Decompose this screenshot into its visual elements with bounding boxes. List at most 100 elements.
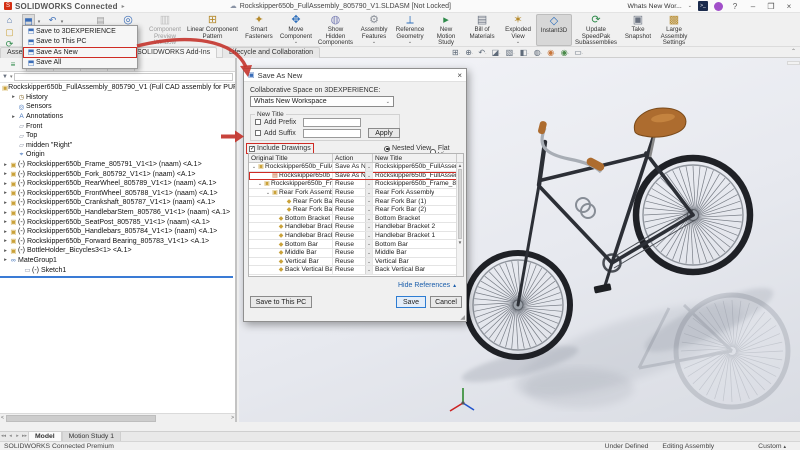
dialog-save-button[interactable]: Save xyxy=(396,296,426,308)
action-dropdown-caret[interactable]: ⌄ xyxy=(365,266,372,274)
menu-item[interactable]: ⬒ Save to This PC xyxy=(23,37,137,48)
table-scrollbar[interactable]: ▲▼ xyxy=(456,163,463,276)
rollback-bar[interactable] xyxy=(0,276,233,278)
tree-item[interactable]: ▸ ▣ (-) Rockskipper650b_Crankshaft_80578… xyxy=(0,198,235,208)
action-dropdown-caret[interactable]: ⌄ xyxy=(365,215,372,223)
tree-item[interactable]: ▸ ▱ Front xyxy=(0,121,235,131)
nested-view-option[interactable]: Nested View xyxy=(384,145,431,152)
filter-caret[interactable]: ▾ xyxy=(10,74,13,80)
tree-item[interactable]: ▸ ▣ (-) Rockskipper650b_Forward Bearing_… xyxy=(0,237,235,247)
action-cell[interactable]: Reuse ⌄ xyxy=(333,197,373,205)
dialog-cancel-button[interactable]: Cancel xyxy=(430,296,462,308)
close-button[interactable]: × xyxy=(783,2,795,11)
ribbon-button[interactable]: ✥ Move Component ⌄ xyxy=(277,14,315,46)
action-dropdown-caret[interactable]: ⌄ xyxy=(365,189,372,197)
action-dropdown-caret[interactable]: ⌄ xyxy=(365,232,372,240)
action-dropdown-caret[interactable]: ⌄ xyxy=(365,249,372,257)
tree-item[interactable]: ▸ ▣ (-) Rockskipper650b_Frame_805791_V1<… xyxy=(0,160,235,170)
table-row[interactable]: ⌄ ◆ Bottom Bar Reuse ⌄ Bottom Bar xyxy=(249,240,463,249)
new-title-cell[interactable]: Handlebar Bracket 1 xyxy=(373,232,457,240)
ribbon-button[interactable]: ▸ New Motion Study ⌄ xyxy=(428,14,464,46)
tree-filter-input[interactable] xyxy=(14,73,233,81)
action-cell[interactable]: Reuse ⌄ xyxy=(333,266,373,274)
minimize-button[interactable]: – xyxy=(747,2,759,11)
action-dropdown-caret[interactable]: ⌄ xyxy=(365,240,372,248)
resize-grip[interactable]: ◢ xyxy=(460,314,465,321)
ribbon-button[interactable]: ▥ Component Preview Window ⌄ xyxy=(146,14,184,46)
new-title-cell[interactable]: Handlebar Bracket 2 xyxy=(373,223,457,231)
ribbon-button[interactable]: ⟳ Update SpeedPak Subassemblies ⌄ xyxy=(572,14,620,46)
button-flyout-caret[interactable]: ⌄ xyxy=(210,40,214,45)
add-suffix-checkbox[interactable] xyxy=(255,130,261,136)
action-cell[interactable]: Reuse ⌄ xyxy=(333,249,373,257)
action-cell[interactable]: Reuse ⌄ xyxy=(333,223,373,231)
nested-view-radio[interactable] xyxy=(384,146,390,152)
tree-item[interactable]: ▸ ▣ (-) Rockskipper650b_SeatPost_805785_… xyxy=(0,217,235,227)
button-flyout-caret[interactable]: ⌄ xyxy=(408,40,412,45)
action-dropdown-caret[interactable]: ⌄ xyxy=(365,172,372,180)
prefix-input[interactable] xyxy=(303,118,361,127)
tree-item[interactable]: ▸ ⌖ Origin xyxy=(0,150,235,160)
scroll-left-arrow[interactable]: < xyxy=(1,415,4,421)
new-title-cell[interactable]: Middle Bar xyxy=(373,249,457,257)
action-cell[interactable]: Reuse ⌄ xyxy=(333,206,373,214)
tree-item[interactable]: ▸ ▣ (-) Rockskipper650b_RearWheel_805789… xyxy=(0,179,235,189)
button-flyout-caret[interactable]: ⌄ xyxy=(372,40,376,45)
table-row[interactable]: ⌄ ▣ Rockskipper650b_FullAssembly_805790_… xyxy=(249,163,463,172)
tab-model[interactable]: Model xyxy=(28,431,62,441)
tree-item[interactable]: ▸ ▭ (-) Sketch1 xyxy=(0,265,235,275)
new-title-cell[interactable]: Vertical Bar xyxy=(373,258,457,266)
scrollbar-thumb[interactable] xyxy=(6,415,156,422)
new-title-cell[interactable]: Back Vertical Bar xyxy=(373,266,457,274)
tab-solidworks-addins[interactable]: SOLIDWORKS Add-Ins xyxy=(130,47,217,58)
button-flyout-caret[interactable]: ⌄ xyxy=(516,40,520,45)
ribbon-button[interactable]: ⟂ Reference Geometry ⌄ xyxy=(392,14,428,46)
tab-assembly[interactable]: Assem xyxy=(0,47,24,58)
dialog-titlebar[interactable]: ▣ Save As New × xyxy=(244,69,466,82)
terminal-icon[interactable]: >_ xyxy=(698,1,708,11)
last-tab-button[interactable]: ▸▸ xyxy=(21,432,28,441)
restore-button[interactable]: ❐ xyxy=(765,2,777,11)
action-cell[interactable]: Reuse ⌄ xyxy=(333,258,373,266)
expand-caret[interactable]: ▸ xyxy=(2,162,9,168)
menu-item[interactable]: ⬒ Save All xyxy=(23,58,137,69)
ribbon-button[interactable]: ▩ Large Assembly Settings ⌄ xyxy=(656,14,692,46)
dialog-close-button[interactable]: × xyxy=(457,71,462,80)
tree-item[interactable]: ▸ ▱ Top xyxy=(0,131,235,141)
tree-item[interactable]: ▸ ▣ (-) Rockskipper650b_Fork_805792_V1<1… xyxy=(0,169,235,179)
new-title-cell[interactable]: Rear Fork Bar (2) xyxy=(373,206,457,214)
scroll-right-arrow[interactable]: > xyxy=(231,415,234,421)
ribbon-button[interactable]: ⚙ Assembly Features ⌄ xyxy=(356,14,392,46)
ribbon-button[interactable]: ▤ Bill of Materials ⌄ xyxy=(464,14,500,46)
ribbon-button[interactable]: ▣ Take Snapshot ⌄ xyxy=(620,14,656,46)
collapse-ribbon-caret[interactable]: ⌃ xyxy=(791,48,796,55)
action-cell[interactable]: Reuse ⌄ xyxy=(333,189,373,197)
space-select[interactable]: Whats New Workspace ⌄ xyxy=(250,96,394,107)
expand-caret[interactable]: ▸ xyxy=(2,200,9,206)
new-title-cell[interactable]: Rockskipper650b_Frame_805791_V1 xyxy=(373,180,457,188)
table-row[interactable]: ⌄ ◆ Middle Bar Reuse ⌄ Middle Bar xyxy=(249,249,463,258)
table-row[interactable]: ⌄ ◆ Back Vertical Bar Reuse ⌄ Back Verti… xyxy=(249,266,463,275)
action-dropdown-caret[interactable]: ⌄ xyxy=(365,223,372,231)
expand-caret[interactable]: ▸ xyxy=(2,219,9,225)
table-row[interactable]: ⌄ ◆ Rear Fork Bar (1) Reuse ⌄ Rear Fork … xyxy=(249,197,463,206)
table-row[interactable]: ⌄ ◆ Handlebar Bracket 2 Reuse ⌄ Handleba… xyxy=(249,223,463,232)
include-drawings-option[interactable]: Include Drawings xyxy=(247,144,313,153)
prev-tab-button[interactable]: ◂ xyxy=(7,432,14,441)
tree-item[interactable]: ▸ ∞ MateGroup1 xyxy=(0,256,235,266)
expand-caret[interactable]: ▸ xyxy=(2,229,9,235)
ribbon-button[interactable]: ◍ Show Hidden Components ⌄ xyxy=(315,14,356,46)
expand-caret[interactable]: ▸ xyxy=(2,210,9,216)
next-tab-button[interactable]: ▸ xyxy=(14,432,21,441)
new-document-button[interactable]: ▢ xyxy=(3,26,16,38)
table-row[interactable]: ⌄ ▤ Rockskipper650b_FullAssembly_805790_… xyxy=(249,172,463,181)
table-row[interactable]: ⌄ ▣ Rockskipper650b_Frame_805791_V1 Reus… xyxy=(249,180,463,189)
add-prefix-checkbox[interactable] xyxy=(255,119,261,125)
ribbon-button[interactable]: ✶ Exploded View ⌄ xyxy=(500,14,536,46)
tree-root-item[interactable]: ▣ Rockskipper650b_FullAssembly_805790_V1… xyxy=(0,83,235,93)
expand-caret[interactable]: ▸ xyxy=(2,181,9,187)
action-dropdown-caret[interactable]: ⌄ xyxy=(365,258,372,266)
button-flyout-caret[interactable]: ⌄ xyxy=(294,40,298,45)
action-cell[interactable]: Reuse ⌄ xyxy=(333,240,373,248)
tree-item[interactable]: ▸ ▣ (-) Rockskipper650b_Handlebars_80578… xyxy=(0,227,235,237)
